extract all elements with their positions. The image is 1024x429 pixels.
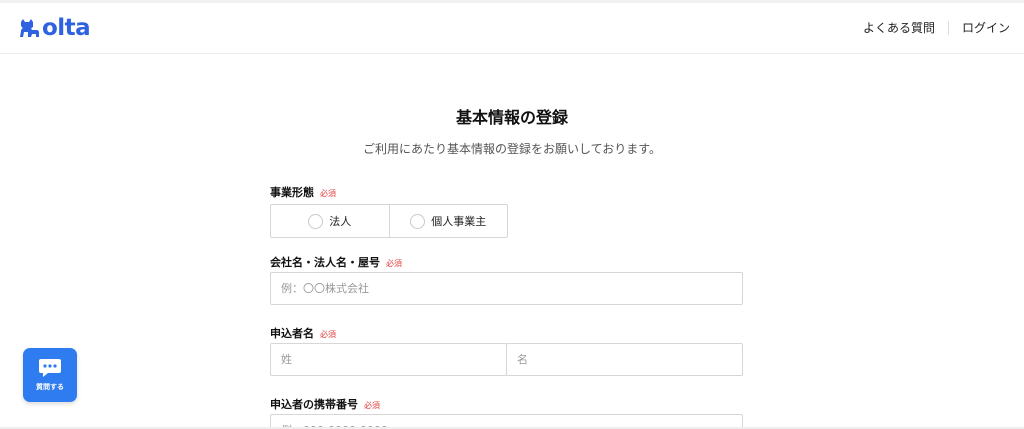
radio-button-icon[interactable] (308, 213, 324, 229)
nav-divider (947, 20, 949, 35)
radio-button-icon[interactable] (410, 213, 426, 229)
olta-logo[interactable]: olta (18, 15, 91, 41)
chat-bubble-icon (39, 359, 61, 377)
applicant-name-label: 申込者名 必須 (270, 325, 336, 341)
site-header: olta よくある質問 ログイン (0, 0, 1024, 54)
cat-logo-icon (20, 19, 39, 37)
required-badge: 必須 (386, 259, 402, 268)
required-badge: 必須 (320, 189, 336, 198)
page-title: 基本情報の登録 (455, 108, 568, 127)
login-link[interactable]: ログイン (962, 19, 1010, 36)
company-name-label-text: 会社名・法人名・屋号 (270, 256, 380, 269)
page-subtitle: ご利用にあたり基本情報の登録をお願いしております。 (362, 142, 662, 156)
mobile-number-label-text: 申込者の携帯番号 (270, 398, 358, 411)
required-badge: 必須 (364, 401, 380, 410)
faq-link[interactable]: よくある質問 (863, 19, 935, 36)
company-name-input[interactable] (270, 272, 743, 305)
option-label: 法人 (329, 215, 352, 228)
logo-text: olta (42, 15, 91, 41)
header-nav: よくある質問 ログイン (863, 19, 1010, 36)
business-type-label-text: 事業形態 (270, 186, 314, 199)
business-type-option-corporation[interactable]: 法人 (271, 205, 389, 237)
applicant-name-label-text: 申込者名 (270, 327, 314, 340)
ask-question-label: 質問する (36, 383, 64, 391)
option-label: 個人事業主 (431, 215, 487, 228)
business-type-radio-group: 法人 個人事業主 (270, 204, 508, 238)
ask-question-button[interactable]: 質問する (23, 348, 77, 402)
business-type-label: 事業形態 必須 (270, 184, 336, 200)
last-name-input[interactable] (270, 343, 507, 376)
business-type-option-sole-proprietor[interactable]: 個人事業主 (388, 205, 508, 237)
mobile-number-label: 申込者の携帯番号 必須 (270, 396, 380, 412)
first-name-input[interactable] (506, 343, 743, 376)
required-badge: 必須 (320, 330, 336, 339)
company-name-label: 会社名・法人名・屋号 必須 (270, 254, 402, 270)
